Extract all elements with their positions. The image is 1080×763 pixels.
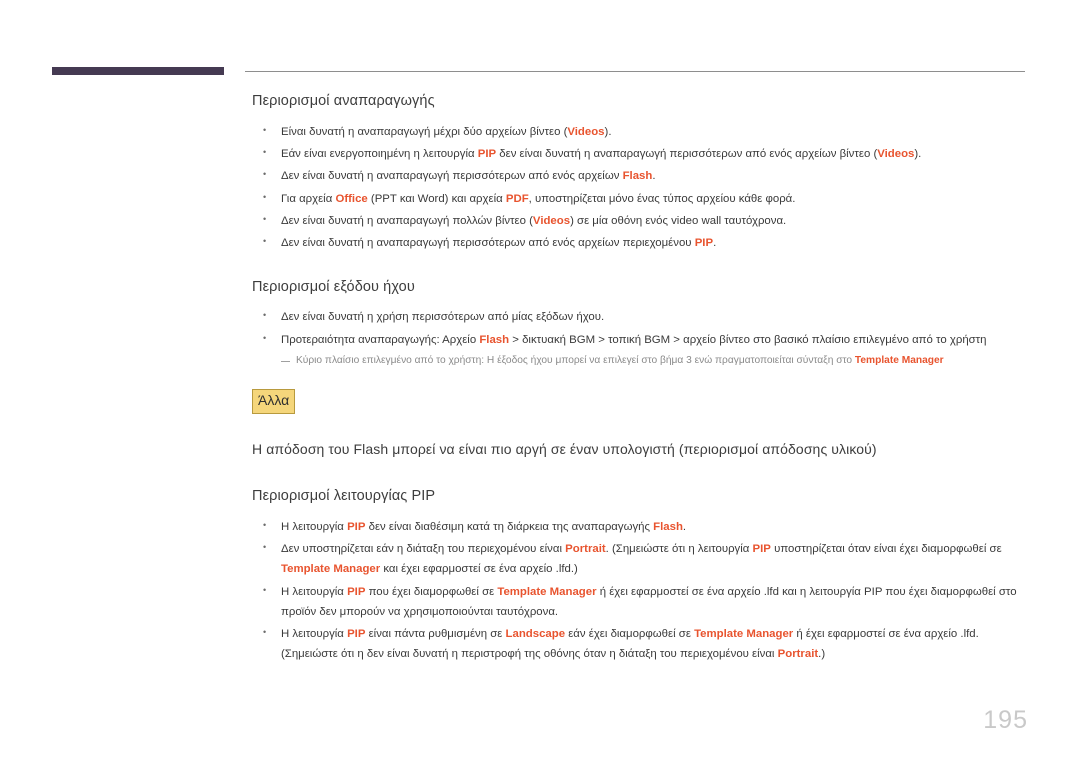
text-run: (PPT και Word) και αρχεία bbox=[367, 192, 506, 205]
accent-term: Portrait bbox=[565, 542, 606, 555]
bullet-item: Δεν είναι δυνατή η αναπαραγωγή πολλών βί… bbox=[252, 211, 1030, 231]
accent-term: Videos bbox=[532, 215, 571, 228]
bullet-item: Για αρχεία Office (PPT και Word) και αρχ… bbox=[252, 189, 1030, 209]
bullet-item: Εάν είναι ενεργοποιημένη η λειτουργία PI… bbox=[252, 144, 1030, 164]
bullet-item: Είναι δυνατή η αναπαραγωγή μέχρι δύο αρχ… bbox=[252, 122, 1030, 142]
section-heading: Περιορισμοί λειτουργίας PIP bbox=[252, 487, 436, 504]
text-run: Δεν είναι δυνατή η αναπαραγωγή περισσότε… bbox=[281, 237, 695, 250]
bullet-item: Η λειτουργία PIP δεν είναι διαθέσιμη κατ… bbox=[252, 517, 1030, 537]
text-run: . bbox=[682, 520, 687, 533]
text-run: Είναι δυνατή η αναπαραγωγή μέχρι δύο αρχ… bbox=[281, 125, 568, 138]
accent-term: Portrait bbox=[777, 648, 819, 661]
page-number: 195 bbox=[983, 706, 1028, 734]
section-audio-output-limits: Περιορισμοί εξόδου ήχου Δεν είναι δυνατή… bbox=[252, 278, 1030, 370]
text-run: δεν είναι διαθέσιμη κατά τη διάρκεια της… bbox=[365, 520, 654, 533]
text-run: Δεν είναι δυνατή η αναπαραγωγή περισσότε… bbox=[281, 170, 623, 183]
text-run: . bbox=[652, 170, 656, 183]
text-run: Δεν είναι δυνατή η χρήση περισσότερων απ… bbox=[281, 311, 605, 324]
accent-term: Flash bbox=[622, 170, 653, 183]
text-run: ). bbox=[604, 125, 612, 138]
accent-term: Videos bbox=[877, 148, 915, 161]
text-run: και έχει εφαρμοστεί σε ένα αρχείο .lfd.) bbox=[380, 563, 578, 576]
section-pip-function-limits: Περιορισμοί λειτουργίας PIP Η λειτουργία… bbox=[252, 487, 1030, 665]
text-run: Η λειτουργία bbox=[281, 520, 348, 533]
bullet-list-pip-function-limits: Η λειτουργία PIP δεν είναι διαθέσιμη κατ… bbox=[252, 517, 1030, 665]
accent-term: Template Manager bbox=[694, 628, 794, 641]
section-heading: Περιορισμοί εξόδου ήχου bbox=[252, 278, 415, 295]
accent-term: Landscape bbox=[505, 628, 566, 641]
header-accent-bar bbox=[52, 67, 224, 75]
bullet-item: Δεν υποστηρίζεται εάν η διάταξη του περι… bbox=[252, 539, 1030, 580]
text-run: Κύριο πλαίσιο επιλεγμένο από το χρήστη: … bbox=[296, 355, 855, 367]
accent-term: Videos bbox=[567, 125, 605, 138]
accent-term: Template Manager bbox=[497, 585, 597, 598]
text-run: υποστηρίζεται όταν είναι έχει διαμορφωθε… bbox=[770, 542, 1002, 555]
text-run: Για αρχεία bbox=[281, 192, 336, 205]
accent-term: PIP bbox=[347, 628, 366, 641]
section-heading: Περιορισμοί αναπαραγωγής bbox=[252, 93, 435, 109]
text-run: ) σε μία οθόνη ενός video wall ταυτόχρον… bbox=[570, 215, 787, 228]
section-playback-limits: Περιορισμοί αναπαραγωγής Είναι δυνατή η … bbox=[252, 92, 1030, 254]
text-run: Δεν είναι δυνατή η αναπαραγωγή πολλών βί… bbox=[281, 215, 533, 228]
accent-term: PIP bbox=[694, 237, 714, 250]
header-rule bbox=[245, 71, 1025, 72]
text-run: Προτεραιότητα αναπαραγωγής: Αρχείο bbox=[281, 333, 480, 346]
bullet-item: Δεν είναι δυνατή η αναπαραγωγή περισσότε… bbox=[252, 233, 1030, 253]
text-run: είναι πάντα ρυθμισμένη σε bbox=[365, 628, 506, 641]
text-run: . (Σημειώστε ότι η λειτουργία bbox=[605, 542, 753, 555]
bullet-list-playback-limits: Είναι δυνατή η αναπαραγωγή μέχρι δύο αρχ… bbox=[252, 122, 1030, 254]
accent-term: PIP bbox=[347, 585, 366, 598]
bullet-item: Η λειτουργία PIP που έχει διαμορφωθεί σε… bbox=[252, 582, 1030, 623]
text-run: > δικτυακή BGM > τοπική BGM > αρχείο βίν… bbox=[509, 333, 987, 346]
accent-term: Template Manager bbox=[281, 563, 381, 576]
text-run: δεν είναι δυνατή η αναπαραγωγή περισσότε… bbox=[496, 148, 878, 161]
bullet-item: Δεν είναι δυνατή η χρήση περισσότερων απ… bbox=[252, 307, 1030, 327]
page-content: Περιορισμοί αναπαραγωγής Είναι δυνατή η … bbox=[252, 92, 1030, 689]
bullet-item: Προτεραιότητα αναπαραγωγής: Αρχείο Flash… bbox=[252, 330, 1030, 350]
text-run: που έχει διαμορφωθεί σε bbox=[365, 585, 498, 598]
other-highlight-label: Άλλα bbox=[252, 389, 296, 414]
note-line: Κύριο πλαίσιο επιλεγμένο από το χρήστη: … bbox=[252, 353, 1030, 369]
text-run: , υποστηρίζεται μόνο ένας τύπος αρχείου … bbox=[528, 192, 796, 205]
text-run: ). bbox=[914, 148, 922, 161]
accent-term: Flash bbox=[653, 520, 683, 533]
other-label-wrap: Άλλα bbox=[252, 389, 1030, 414]
text-run: Η λειτουργία bbox=[281, 585, 348, 598]
text-run: . bbox=[713, 237, 717, 250]
accent-term: Template Manager bbox=[854, 355, 944, 367]
bullet-item: Δεν είναι δυνατή η αναπαραγωγή περισσότε… bbox=[252, 166, 1030, 186]
text-run: Εάν είναι ενεργοποιημένη η λειτουργία bbox=[281, 148, 478, 161]
accent-term: PIP bbox=[477, 148, 497, 161]
text-run: .) bbox=[818, 648, 826, 661]
text-run: Δεν υποστηρίζεται εάν η διάταξη του περι… bbox=[281, 542, 566, 555]
accent-term: Flash bbox=[479, 333, 510, 346]
accent-term: PIP bbox=[347, 520, 366, 533]
accent-term: PDF bbox=[505, 192, 529, 205]
text-run: Η λειτουργία bbox=[281, 628, 348, 641]
flash-performance-paragraph: Η απόδοση του Flash μπορεί να είναι πιο … bbox=[252, 440, 877, 457]
accent-term: Office bbox=[335, 192, 368, 205]
bullet-item: Η λειτουργία PIP είναι πάντα ρυθμισμένη … bbox=[252, 624, 1030, 665]
text-run: εάν έχει διαμορφωθεί σε bbox=[565, 628, 695, 641]
accent-term: PIP bbox=[752, 542, 771, 555]
bullet-list-audio-output-limits: Δεν είναι δυνατή η χρήση περισσότερων απ… bbox=[252, 307, 1030, 350]
note-list-audio-output-limits: Κύριο πλαίσιο επιλεγμένο από το χρήστη: … bbox=[252, 353, 1030, 369]
